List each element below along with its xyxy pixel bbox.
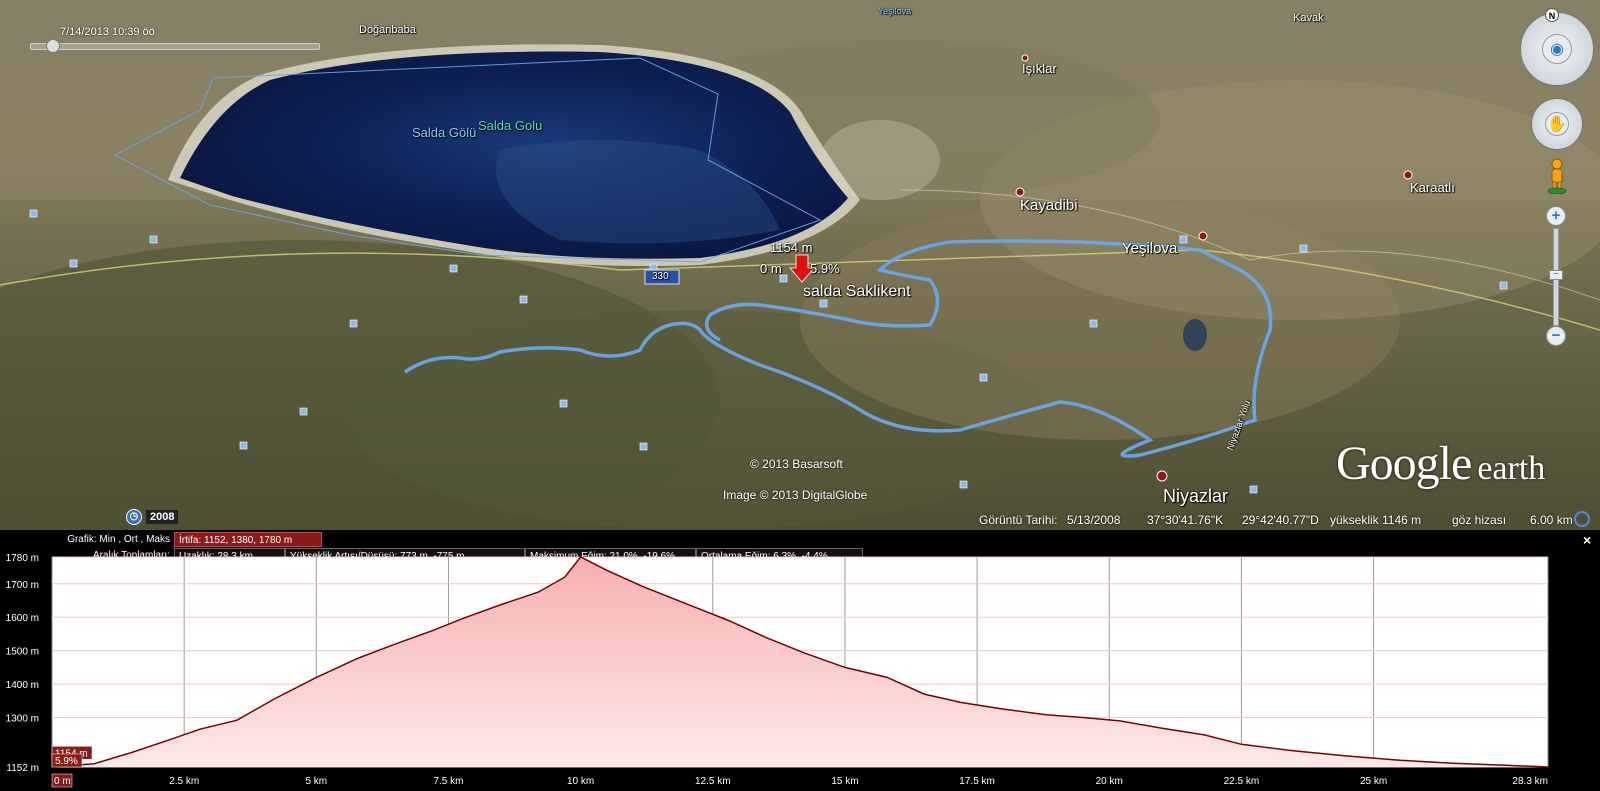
marker-slope: 5.9%: [810, 261, 840, 276]
google-earth-logo: Google earth: [1336, 437, 1546, 490]
x-tick-label: 20 km: [1096, 776, 1123, 787]
place-salda-saklikent[interactable]: salda Saklikent: [803, 283, 911, 301]
eye-altitude: 6.00 km: [1530, 513, 1573, 527]
x-tick-label: 15 km: [831, 776, 858, 787]
y-tick-label: 1600 m: [6, 613, 39, 624]
status-bar: Görüntü Tarihi: 5/13/2008 37°30'41.76"K …: [0, 510, 1600, 530]
place-salda-golu[interactable]: Salda Gölü: [412, 125, 476, 140]
eye-altitude-label: göz hizası: [1452, 513, 1507, 527]
place-yesilova[interactable]: Yeşilova: [1122, 240, 1177, 257]
elevation-stats[interactable]: İrtifa: 1152, 1380, 1780 m: [174, 532, 322, 547]
pegman-icon[interactable]: [1546, 158, 1568, 194]
zoom-in-button[interactable]: +: [1546, 206, 1566, 226]
stats-row-graph: Grafik: Min , Ort , Maks İrtifa: 1152, 1…: [0, 532, 322, 547]
x-tick-label: 22.5 km: [1224, 776, 1260, 787]
y-tick-label: 1400 m: [6, 680, 39, 691]
place-yesilova-top[interactable]: Yeşilova: [878, 6, 911, 16]
zoom-out-button[interactable]: −: [1546, 326, 1566, 346]
place-salda-golu-alt[interactable]: Salda Golu: [478, 118, 542, 133]
cursor-slope-label: 5.9%: [55, 756, 78, 767]
place-isiklar[interactable]: Işıklar: [1022, 61, 1057, 76]
graph-label: Grafik: Min , Ort , Maks: [67, 534, 170, 545]
longitude: 29°42'40.77"D: [1242, 513, 1319, 527]
x-tick-label: 28.3 km: [1512, 776, 1548, 787]
marker-distance: 0 m: [760, 261, 782, 276]
credit-basarsoft: © 2013 Basarsoft: [750, 457, 843, 471]
place-doganbaba[interactable]: Doğanbaba: [359, 24, 416, 36]
eye-icon[interactable]: ◉: [1542, 34, 1572, 64]
zoom-handle[interactable]: −: [1549, 270, 1563, 280]
x-tick-label: 2.5 km: [169, 776, 199, 787]
x-tick-label: 7.5 km: [433, 776, 463, 787]
elevation-profile-panel: × Grafik: Min , Ort , Maks İrtifa: 1152,…: [0, 530, 1600, 791]
place-karaatli[interactable]: Karaatlı: [1410, 180, 1455, 195]
y-tick-label: 1500 m: [6, 647, 39, 658]
time-slider[interactable]: 7/14/2013 10:39 öö: [30, 26, 320, 58]
zoom-slider[interactable]: + − −: [1546, 206, 1566, 346]
map-view[interactable]: Doğanbaba Yeşilova Kavak Işıklar Salda G…: [0, 0, 1600, 530]
time-slider-date: 7/14/2013 10:39 öö: [60, 26, 155, 38]
move-joystick[interactable]: ✋: [1531, 98, 1583, 150]
road-shield-330: 330: [652, 271, 669, 282]
marker-elevation: 1154 m: [770, 240, 813, 255]
y-tick-label: 1700 m: [6, 580, 39, 591]
credit-digitalglobe: Image © 2013 DigitalGlobe: [723, 488, 868, 502]
place-kavak[interactable]: Kavak: [1293, 12, 1324, 24]
x-tick-label: 10 km: [567, 776, 594, 787]
cursor-distance-label: 0 m: [54, 776, 71, 787]
elevation-chart[interactable]: 1152 m 1300 m 1400 m 1500 m 1600 m 1700 m 1780…: [0, 553, 1600, 791]
imagery-date: 5/13/2008: [1067, 513, 1121, 527]
y-tick-label: 1300 m: [6, 714, 39, 725]
hand-icon[interactable]: ✋: [1545, 112, 1569, 136]
x-tick-label: 12.5 km: [695, 776, 731, 787]
place-niyazlar[interactable]: Niyazlar: [1163, 486, 1228, 507]
google-earth-window: Doğanbaba Yeşilova Kavak Işıklar Salda G…: [0, 0, 1600, 791]
place-kayadibi[interactable]: Kayadibi: [1020, 197, 1078, 214]
imagery-date-label: Görüntü Tarihi:: [979, 513, 1058, 527]
time-slider-handle[interactable]: [46, 39, 60, 53]
x-tick-label: 17.5 km: [959, 776, 995, 787]
x-tick-label: 5 km: [305, 776, 327, 787]
latitude: 37°30'41.76"K: [1147, 513, 1224, 527]
x-tick-label: 25 km: [1360, 776, 1387, 787]
pointer-elevation: yükseklik 1146 m: [1330, 513, 1422, 527]
north-indicator[interactable]: N: [1545, 8, 1559, 22]
time-slider-track[interactable]: [30, 43, 320, 50]
look-joystick[interactable]: ◉: [1520, 12, 1594, 86]
y-tick-label: 1152 m: [6, 763, 39, 774]
close-profile-button[interactable]: ×: [1583, 532, 1591, 548]
y-tick-label: 1780 m: [6, 553, 39, 564]
streaming-indicator-icon: [1574, 511, 1590, 527]
